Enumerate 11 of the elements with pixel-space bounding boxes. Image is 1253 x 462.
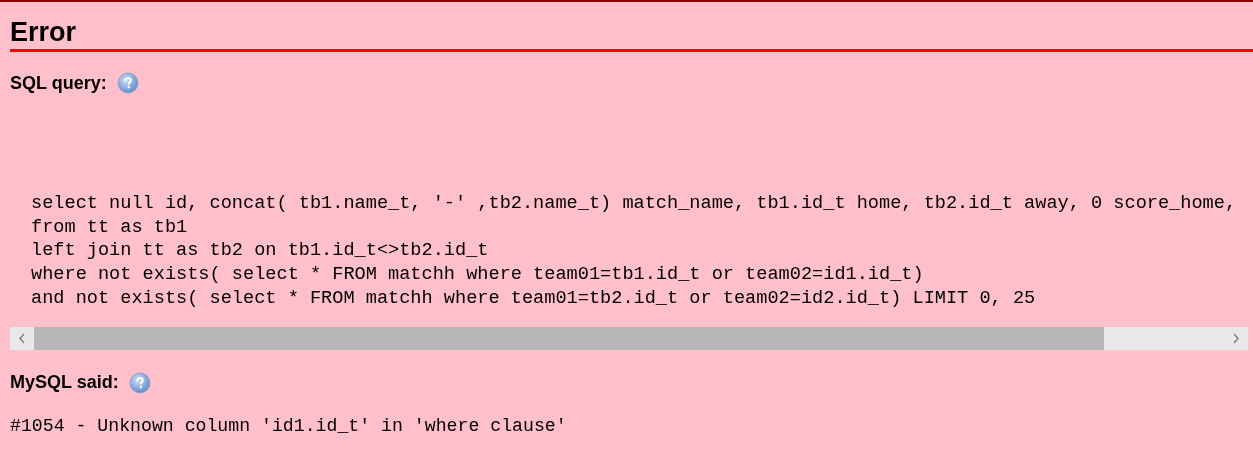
help-icon[interactable]: [116, 72, 139, 94]
error-message: #1054 - Unknown column 'id1.id_t' in 'where clause': [10, 415, 567, 436]
mysql-said-label: MySQL said:: [10, 371, 119, 394]
sql-code-line: select null id, concat( tb1.name_t, '-' ,tb2.name_t) match_name, tb1.id_t home, tb2.id_t away, 0 score_home,: [31, 192, 1237, 216]
page-title: Error: [10, 16, 1253, 52]
sql-code-line: from tt as tb1: [31, 215, 188, 240]
help-icon[interactable]: [128, 371, 151, 394]
sql-code-line: left join tt as tb2 on tb1.id_t<>tb2.id_t: [31, 239, 489, 264]
sql-code-line: and not exists( select * FROM matchh where team01=tb2.id_t or team02=id2.id_t) LIMIT 0, 25: [31, 286, 1036, 311]
sql-code-line: where not exists( select * FROM matchh where team01=tb1.id_t or team02=id1.id_t): [31, 263, 924, 287]
sql-query-label: SQL query:: [10, 71, 107, 95]
